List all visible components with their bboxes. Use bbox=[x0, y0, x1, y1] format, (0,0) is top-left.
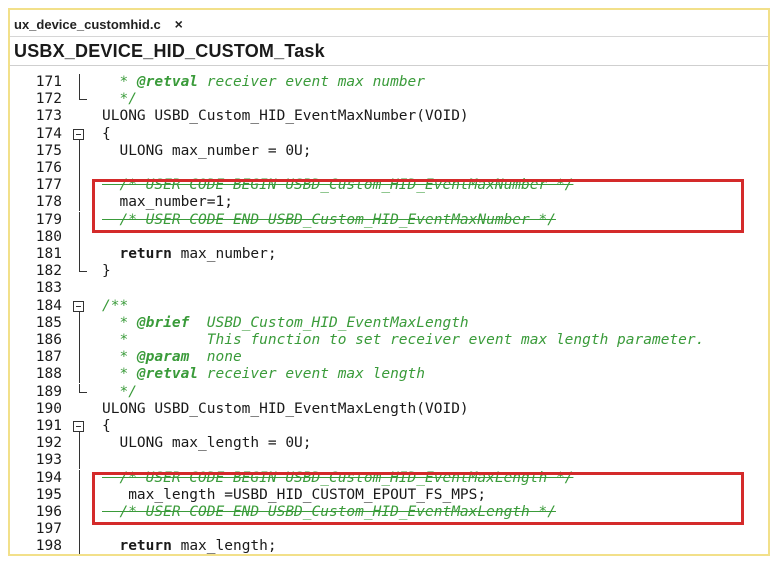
line-number: 193 bbox=[35, 452, 62, 469]
line-number: 171 bbox=[35, 74, 62, 90]
line-number: 178 bbox=[35, 194, 62, 211]
line-number: 191 bbox=[35, 418, 62, 434]
code-line[interactable]: 190 ULONG USBD_Custom_HID_EventMaxLength(… bbox=[10, 401, 768, 418]
fold-guide bbox=[66, 332, 96, 349]
code-line[interactable]: 185 * @brief USBD_Custom_HID_EventMaxLen… bbox=[10, 314, 768, 332]
line-number: 196 bbox=[35, 504, 62, 520]
code-line[interactable]: 193 bbox=[10, 452, 768, 470]
fold-end-marker bbox=[66, 263, 96, 280]
code-line[interactable]: 182} bbox=[10, 263, 768, 280]
line-number: 176 bbox=[35, 160, 62, 176]
fold-guide bbox=[66, 538, 96, 554]
code-text: return max_length; bbox=[119, 538, 277, 555]
line-number: 175 bbox=[35, 142, 62, 159]
fold-guide bbox=[66, 160, 96, 177]
fold-end-marker bbox=[66, 383, 96, 401]
code-text: /** bbox=[102, 297, 129, 314]
code-line[interactable]: 189 */ bbox=[10, 383, 768, 401]
file-tab[interactable]: ux_device_customhid.c × bbox=[14, 13, 240, 35]
line-number: 184 bbox=[35, 297, 62, 314]
line-number: 183 bbox=[35, 280, 62, 297]
code-line[interactable]: 188 * @retval receiver event max length bbox=[10, 366, 768, 384]
code-line[interactable]: 184 /** bbox=[10, 298, 768, 315]
code-text: ULONG max_number = 0U; bbox=[102, 142, 312, 159]
code-text: { bbox=[102, 125, 111, 142]
line-number: 190 bbox=[35, 400, 62, 417]
file-tab-label: ux_device_customhid.c bbox=[14, 16, 161, 32]
highlight-box bbox=[92, 179, 744, 233]
line-number: 174 bbox=[35, 125, 62, 142]
code-editor[interactable]: 171 * @retval receiver event max number 1… bbox=[10, 66, 768, 554]
code-line[interactable]: 173 ULONG USBD_Custom_HID_EventMaxNumber(… bbox=[10, 108, 768, 125]
tab-strip: ux_device_customhid.c × bbox=[10, 10, 768, 37]
close-icon[interactable]: × bbox=[175, 16, 183, 32]
code-line[interactable]: 172 */ bbox=[10, 91, 768, 108]
code-text: * @brief USBD_Custom_HID_EventMaxLength bbox=[102, 314, 469, 331]
collapse-icon[interactable] bbox=[66, 298, 96, 315]
function-name: USBX_DEVICE_HID_CUSTOM_Task bbox=[14, 41, 325, 61]
code-line[interactable]: 191 { bbox=[10, 418, 768, 435]
fold-guide bbox=[66, 366, 96, 384]
line-number: 189 bbox=[35, 383, 62, 400]
code-text: ULONG max_length = 0U; bbox=[102, 435, 312, 452]
editor-window: ux_device_customhid.c × USBX_DEVICE_HID_… bbox=[8, 8, 770, 556]
code-line[interactable]: 175 ULONG max_number = 0U; bbox=[10, 142, 768, 160]
line-number: 195 bbox=[35, 486, 62, 503]
code-line[interactable]: 176 bbox=[10, 160, 768, 177]
code-text: */ bbox=[102, 383, 137, 400]
line-number: 192 bbox=[35, 435, 62, 452]
gutter-empty bbox=[66, 280, 96, 297]
code-line[interactable]: 181 return max_number; bbox=[10, 246, 768, 263]
line-number: 197 bbox=[35, 521, 62, 538]
code-line[interactable]: 186 * This function to set receiver even… bbox=[10, 332, 768, 349]
line-number: 186 bbox=[35, 332, 62, 348]
line-number: 188 bbox=[35, 366, 62, 383]
code-line[interactable]: 183 bbox=[10, 280, 768, 297]
fold-guide bbox=[66, 246, 96, 263]
code-text: * @retval receiver event max length bbox=[102, 366, 426, 383]
highlight-box bbox=[92, 471, 744, 526]
code-text: ULONG USBD_Custom_HID_EventMaxLength(VOI… bbox=[102, 400, 469, 417]
code-line[interactable]: 192 ULONG max_length = 0U; bbox=[10, 435, 768, 453]
line-number: 187 bbox=[35, 349, 62, 366]
line-number: 172 bbox=[35, 91, 62, 108]
fold-guide bbox=[66, 435, 96, 453]
gutter-empty bbox=[66, 108, 96, 125]
fold-guide bbox=[66, 142, 96, 160]
code-text: return max_number; bbox=[119, 246, 277, 262]
code-text: ULONG USBD_Custom_HID_EventMaxNumber(VOI… bbox=[102, 108, 469, 125]
function-navigation-bar[interactable]: USBX_DEVICE_HID_CUSTOM_Task bbox=[10, 37, 768, 66]
collapse-icon[interactable] bbox=[66, 418, 96, 435]
fold-guide bbox=[66, 314, 96, 332]
line-number: 177 bbox=[35, 177, 62, 194]
code-line[interactable]: 174 { bbox=[10, 126, 768, 143]
code-text: * @retval receiver event max number bbox=[102, 74, 426, 90]
fold-guide bbox=[66, 452, 96, 470]
code-line[interactable]: 187 * @param none bbox=[10, 349, 768, 367]
line-number: 181 bbox=[35, 246, 62, 262]
code-text: { bbox=[102, 418, 111, 434]
line-number: 198 bbox=[35, 538, 62, 555]
code-line[interactable]: 171 * @retval receiver event max number bbox=[10, 74, 768, 91]
code-text: } bbox=[102, 263, 111, 280]
line-number: 182 bbox=[35, 263, 62, 280]
collapse-icon[interactable] bbox=[66, 126, 96, 143]
fold-guide bbox=[66, 349, 96, 367]
line-number: 194 bbox=[35, 469, 62, 486]
code-text: */ bbox=[102, 91, 137, 108]
code-line[interactable]: 198 return max_length; bbox=[10, 538, 768, 555]
gutter-empty bbox=[66, 401, 96, 418]
line-number: 173 bbox=[35, 108, 62, 125]
code-text: * @param none bbox=[102, 349, 242, 366]
fold-end-marker bbox=[66, 91, 96, 108]
line-number: 185 bbox=[35, 314, 62, 331]
line-number: 180 bbox=[35, 228, 62, 245]
code-text: * This function to set receiver event ma… bbox=[102, 332, 705, 348]
line-number: 179 bbox=[35, 211, 62, 228]
fold-guide bbox=[66, 74, 96, 91]
